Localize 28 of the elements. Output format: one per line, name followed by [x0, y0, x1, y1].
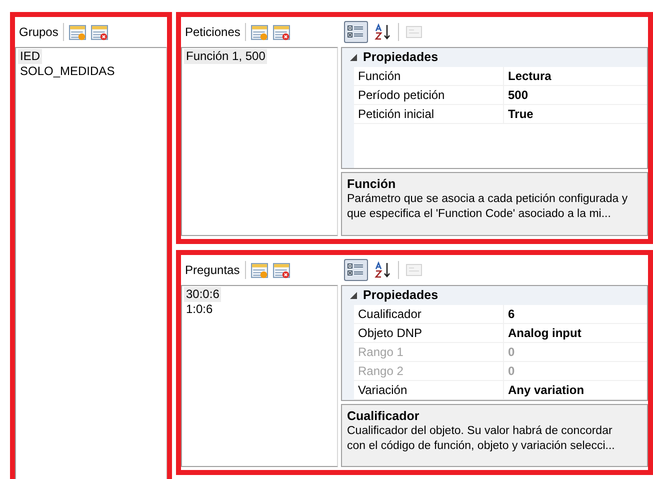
- add-table-icon[interactable]: [69, 24, 86, 40]
- add-table-icon[interactable]: [250, 262, 268, 278]
- list-item[interactable]: SOLO_MEDIDAS: [18, 64, 117, 79]
- add-table-icon[interactable]: [251, 24, 268, 40]
- help-title: Función: [347, 176, 397, 192]
- property-name[interactable]: Petición inicial: [354, 105, 504, 124]
- section-title: Preguntas: [185, 262, 240, 279]
- help-text: Parámetro que se asocia a cada petición configurada y que especifica el 'Function Code' asociado a la mi...: [347, 192, 629, 222]
- property-name[interactable]: Variación: [354, 380, 504, 400]
- expand-icon[interactable]: [350, 54, 357, 61]
- delete-table-icon[interactable]: [91, 24, 108, 40]
- groups-title: Grupos: [19, 24, 58, 41]
- list-item[interactable]: Función 1, 500: [184, 49, 268, 64]
- delete-table-icon[interactable]: [272, 262, 290, 278]
- category-label: Propiedades: [363, 286, 438, 304]
- delete-table-icon[interactable]: [273, 24, 290, 40]
- help-title: Cualificador: [347, 408, 420, 424]
- help-text: Cualificador del objeto. Su valor habrá de concordar con el código de función, objeto y variación selecci...: [347, 424, 616, 454]
- expand-icon[interactable]: [350, 292, 357, 299]
- list-item[interactable]: 30:0:6: [184, 287, 222, 302]
- section-title: Peticiones: [185, 24, 240, 41]
- property-value[interactable]: Any variation: [504, 380, 647, 400]
- list-item[interactable]: IED: [18, 49, 42, 64]
- category-label: Propiedades: [363, 49, 438, 66]
- categorized-view-icon[interactable]: [344, 258, 368, 281]
- property-value[interactable]: True: [504, 105, 647, 124]
- categorized-view-icon[interactable]: [344, 21, 368, 43]
- list-item[interactable]: 1:0:6: [184, 302, 215, 317]
